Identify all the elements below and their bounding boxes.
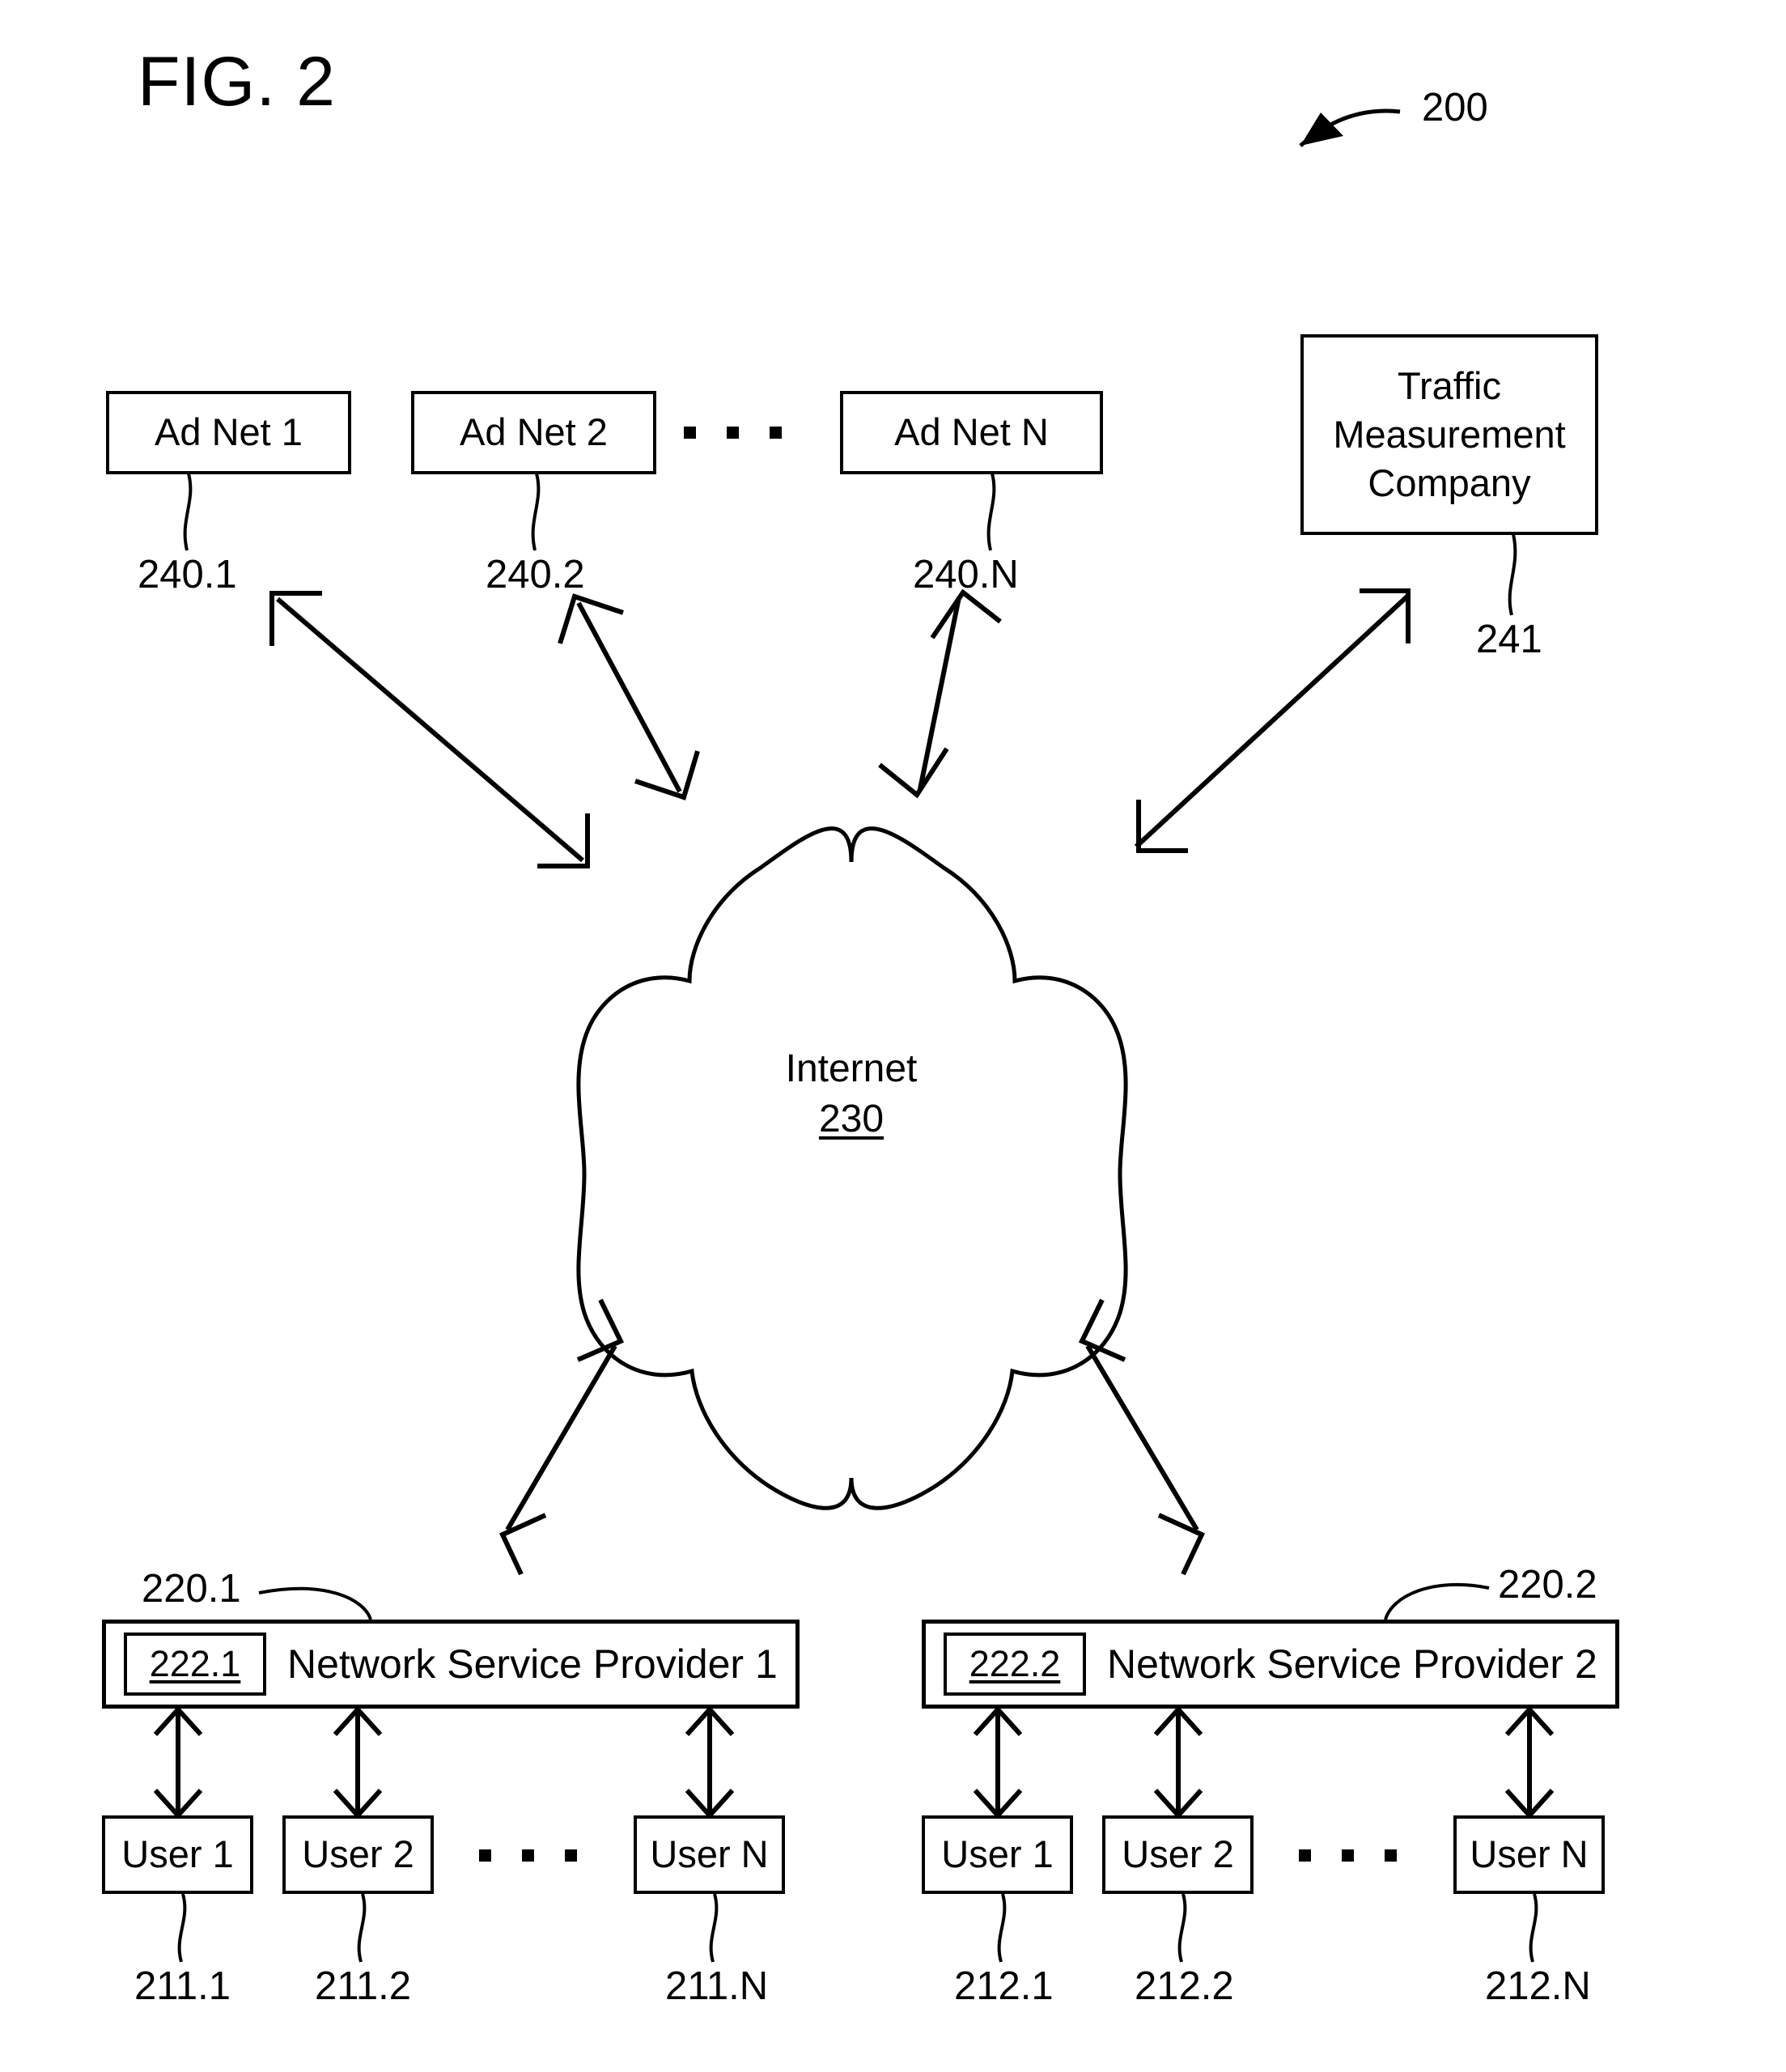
ad-net-1-ref: 240.1 bbox=[138, 553, 237, 597]
user-212-1-leader bbox=[997, 1893, 1007, 1963]
nsp-1-inner-ref: 222.1 bbox=[149, 1643, 241, 1684]
nsp-1-label: Network Service Provider 1 bbox=[287, 1641, 778, 1687]
arrow-nsp1-user1 bbox=[153, 1705, 203, 1819]
nsp-1-inner-ref-box[interactable]: 222.1 bbox=[124, 1633, 266, 1696]
network-service-provider-1-box[interactable]: 222.1 Network Service Provider 1 bbox=[102, 1620, 800, 1709]
internet-label: Internet bbox=[785, 1047, 918, 1090]
ad-net-1-label: Ad Net 1 bbox=[155, 410, 303, 454]
user-211-1-box[interactable]: User 1 bbox=[102, 1815, 253, 1894]
traffic-company-leader bbox=[1508, 533, 1517, 616]
ad-net-1-leader bbox=[183, 473, 193, 551]
ad-net-2-label: Ad Net 2 bbox=[460, 410, 608, 454]
system-ref-label: 200 bbox=[1422, 86, 1488, 130]
user-211-n-label: User N bbox=[650, 1832, 769, 1876]
user-212-1-label: User 1 bbox=[941, 1832, 1054, 1876]
user-212-n-ref: 212.N bbox=[1485, 1964, 1591, 2008]
user-212-2-ref: 212.2 bbox=[1135, 1964, 1234, 2008]
network-service-provider-2-box[interactable]: 222.2 Network Service Provider 2 bbox=[922, 1620, 1619, 1709]
ad-net-n-label: Ad Net N bbox=[894, 410, 1049, 454]
ad-net-1-box[interactable]: Ad Net 1 bbox=[106, 391, 351, 474]
nsp1-leader bbox=[258, 1586, 372, 1620]
arrow-adnet2-internet bbox=[558, 593, 700, 800]
traffic-company-line-1: Traffic bbox=[1398, 363, 1501, 407]
arrow-nsp1-user2 bbox=[333, 1705, 383, 1819]
ad-net-2-box[interactable]: Ad Net 2 bbox=[411, 391, 656, 474]
arrow-nsp2-user2 bbox=[1153, 1705, 1203, 1819]
nsp-2-inner-ref: 222.2 bbox=[969, 1643, 1061, 1684]
user-212-2-leader bbox=[1177, 1893, 1187, 1963]
user-212-n-label: User N bbox=[1470, 1832, 1589, 1876]
user-212-ellipsis bbox=[1299, 1849, 1397, 1862]
user-212-n-leader bbox=[1529, 1893, 1538, 1963]
user-211-ellipsis bbox=[479, 1849, 577, 1862]
user-211-1-label: User 1 bbox=[121, 1832, 234, 1876]
user-211-2-box[interactable]: User 2 bbox=[282, 1815, 434, 1894]
user-211-2-label: User 2 bbox=[302, 1832, 414, 1876]
user-211-n-ref: 211.N bbox=[665, 1964, 769, 2008]
page-title: FIG. 2 bbox=[138, 43, 336, 121]
user-212-1-ref: 212.1 bbox=[954, 1964, 1054, 2008]
patent-figure: FIG. 2 200 Ad Net 1 240.1 Ad Net 2 240.2… bbox=[0, 0, 1786, 2072]
traffic-measurement-company-box[interactable]: Traffic Measurement Company bbox=[1300, 334, 1598, 535]
ad-net-n-ref: 240.N bbox=[913, 553, 1019, 597]
arrow-nsp2-usern bbox=[1504, 1705, 1555, 1819]
ad-net-ellipsis bbox=[684, 427, 782, 439]
traffic-company-line-2: Measurement bbox=[1333, 412, 1566, 456]
arrow-adnetn-internet bbox=[878, 588, 1002, 799]
user-212-2-box[interactable]: User 2 bbox=[1102, 1815, 1254, 1894]
ad-net-n-leader bbox=[986, 473, 996, 551]
ad-net-n-box[interactable]: Ad Net N bbox=[840, 391, 1103, 474]
internet-ref: 230 bbox=[818, 1098, 885, 1141]
arrow-traffic-internet bbox=[1134, 588, 1411, 853]
user-211-n-box[interactable]: User N bbox=[634, 1815, 785, 1894]
ad-net-2-leader bbox=[531, 473, 541, 551]
internet-cloud-label: Internet 230 bbox=[770, 1044, 932, 1145]
user-211-1-leader bbox=[177, 1893, 187, 1963]
arrow-nsp1-usern bbox=[685, 1705, 735, 1819]
nsp-2-inner-ref-box[interactable]: 222.2 bbox=[944, 1633, 1086, 1696]
arrow-adnet1-internet bbox=[269, 591, 590, 868]
arrow-nsp2-user1 bbox=[973, 1705, 1023, 1819]
user-212-n-box[interactable]: User N bbox=[1453, 1815, 1605, 1894]
traffic-company-ref: 241 bbox=[1476, 618, 1542, 661]
nsp2-leader bbox=[1384, 1582, 1490, 1620]
user-211-1-ref: 211.1 bbox=[134, 1964, 231, 2008]
user-211-2-leader bbox=[357, 1893, 367, 1963]
ad-net-2-ref: 240.2 bbox=[486, 553, 585, 597]
user-211-2-ref: 211.2 bbox=[315, 1964, 411, 2008]
user-212-1-box[interactable]: User 1 bbox=[922, 1815, 1073, 1894]
diagram-vector-layer bbox=[153, 108, 1555, 1963]
user-211-n-leader bbox=[709, 1893, 719, 1963]
nsp-2-label: Network Service Provider 2 bbox=[1107, 1641, 1597, 1687]
internet-cloud bbox=[576, 826, 1128, 1510]
traffic-company-line-3: Company bbox=[1368, 461, 1531, 505]
nsp-1-ref: 220.1 bbox=[142, 1567, 241, 1611]
nsp-2-ref: 220.2 bbox=[1498, 1563, 1597, 1607]
system-ref-leader bbox=[1299, 108, 1401, 147]
user-212-2-label: User 2 bbox=[1122, 1832, 1234, 1876]
